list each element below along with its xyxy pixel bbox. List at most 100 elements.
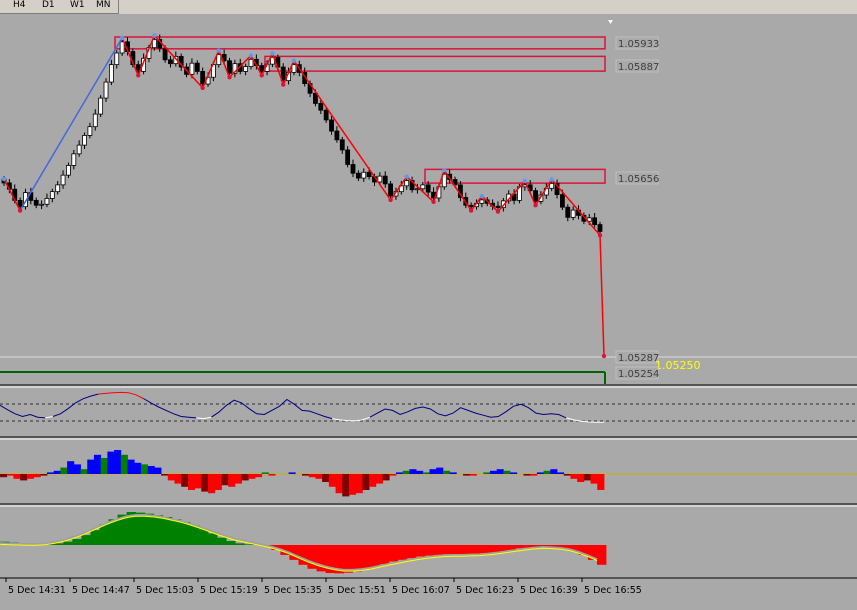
histogram-bar — [463, 474, 471, 476]
histogram-bar — [483, 472, 491, 474]
histogram-bar — [140, 464, 149, 474]
histogram-bar — [375, 474, 383, 484]
candle-body — [291, 64, 297, 73]
histogram-bar — [288, 472, 296, 474]
trend-bar — [515, 545, 525, 549]
histogram-bar — [114, 450, 122, 474]
candle-body — [388, 183, 393, 197]
candle-body — [44, 198, 50, 205]
histogram-bar — [87, 459, 95, 474]
trend-bar — [361, 545, 372, 569]
zone-label-1: 1.05933 — [618, 39, 659, 50]
trend-bar — [443, 545, 453, 555]
oscillator-line — [369, 403, 567, 419]
histogram-bar — [583, 474, 591, 481]
candle-body — [345, 149, 351, 165]
trend-bar — [352, 545, 363, 572]
trend-bar — [90, 530, 100, 545]
histogram-bar — [496, 469, 504, 474]
timeframe-d1-button[interactable]: D1 — [42, 0, 55, 12]
trend-bar — [63, 541, 73, 545]
swing-low-marker — [597, 233, 603, 238]
last-price-label: 1.05287 — [618, 353, 659, 364]
candle-body — [597, 224, 603, 232]
candle-body — [17, 199, 23, 208]
candle-body — [49, 191, 55, 199]
trend-bar — [370, 545, 381, 567]
candle-body — [108, 64, 114, 83]
trend-bar — [153, 515, 164, 545]
timeframe-h4-button[interactable]: H4 — [13, 0, 26, 12]
time-label: 5 Dec 16:39 — [520, 585, 578, 596]
candle-body — [592, 217, 598, 226]
swing-low-marker — [136, 73, 141, 78]
resistance-zone[interactable] — [264, 55, 606, 72]
histogram-bar — [67, 461, 75, 474]
zigzag-segment — [551, 179, 601, 236]
histogram-bar — [543, 470, 551, 474]
price-panel[interactable]: 1.05933 1.05887 1.05656 1.05287 1.05250 … — [0, 20, 857, 384]
histogram-bar — [315, 474, 323, 479]
chart-shift-marker-icon — [608, 20, 613, 24]
candle-body — [420, 184, 426, 190]
swing-high-marker — [270, 51, 275, 56]
histogram-bar — [161, 474, 169, 476]
swing-low-marker — [281, 82, 286, 87]
histogram-bar — [302, 474, 310, 476]
trend-bar — [208, 533, 218, 545]
histogram-bar — [187, 474, 196, 490]
swing-high-marker — [522, 178, 528, 184]
timeframe-w1-button[interactable]: W1 — [70, 0, 85, 12]
swing-high-marker — [479, 193, 485, 199]
histogram-bar — [53, 470, 61, 474]
candlesticks — [1, 34, 603, 236]
histogram-bar — [134, 462, 142, 474]
candle-body — [404, 180, 410, 187]
histogram-bar — [194, 474, 202, 489]
candle-body — [200, 71, 206, 85]
resistance-zones — [114, 36, 606, 184]
trend-bar — [198, 529, 209, 545]
timeframe-mn-button[interactable]: MN — [96, 0, 111, 12]
time-label: 5 Dec 15:35 — [264, 585, 322, 596]
zigzag-segment — [121, 37, 139, 76]
oscillator-panel[interactable] — [0, 391, 857, 423]
trend-bar — [244, 544, 254, 545]
candle-body — [60, 174, 66, 186]
time-label: 5 Dec 15:03 — [136, 585, 194, 596]
swing-high-marker — [404, 174, 409, 179]
resistance-zone[interactable] — [114, 36, 606, 50]
histogram-bar — [590, 474, 598, 484]
trend-histogram-panel[interactable] — [0, 512, 607, 574]
price-labels: 1.05933 1.05887 1.05656 1.05287 1.05250 … — [615, 36, 701, 380]
histogram-bar — [597, 474, 605, 490]
histogram-bar — [120, 454, 128, 474]
candle-body — [334, 130, 340, 141]
trend-bar — [226, 541, 236, 545]
trend-bar — [171, 519, 182, 545]
histogram-bar — [563, 474, 571, 476]
zone-label-2: 1.05887 — [618, 62, 659, 73]
histogram-bar — [489, 470, 498, 474]
histogram-bar — [469, 474, 477, 476]
histogram-bar — [510, 472, 518, 474]
time-label: 5 Dec 16:07 — [392, 585, 450, 596]
chart-canvas[interactable]: 1.05933 1.05887 1.05656 1.05287 1.05250 … — [0, 14, 857, 606]
swing-high-marker — [152, 33, 157, 38]
swing-high-marker — [1, 176, 7, 182]
histogram-bar — [570, 474, 578, 479]
time-label: 5 Dec 14:47 — [72, 585, 130, 596]
candle-body — [194, 62, 200, 72]
chart-window[interactable]: 1.05933 1.05887 1.05656 1.05287 1.05250 … — [0, 14, 857, 606]
histogram-bar — [20, 474, 28, 481]
histogram-bar — [73, 464, 81, 474]
histogram-bar — [348, 474, 357, 495]
swing-low-marker — [495, 209, 501, 214]
trend-bar — [425, 545, 435, 556]
candle-body — [103, 81, 109, 99]
histogram-panel[interactable] — [0, 450, 857, 497]
histogram-bar — [395, 472, 404, 474]
candle-body — [162, 47, 168, 61]
time-label: 5 Dec 14:31 — [8, 585, 66, 596]
histogram-bar — [167, 474, 175, 481]
